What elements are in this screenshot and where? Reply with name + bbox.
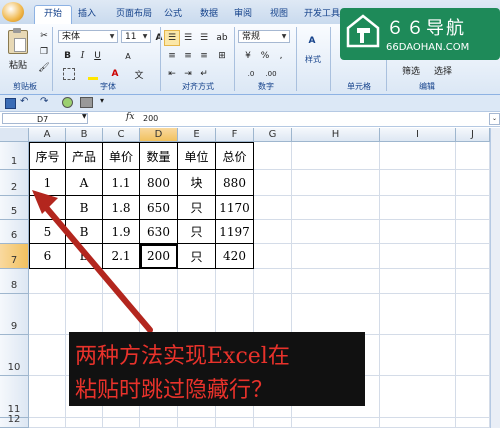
caption-line-2: 粘贴时跳过隐藏行？ — [75, 378, 274, 403]
caption-line-1: 两种方法实现Excel在 — [75, 344, 290, 369]
caption-overlay: 两种方法实现Excel在 粘贴时跳过隐藏行？ — [69, 332, 365, 406]
